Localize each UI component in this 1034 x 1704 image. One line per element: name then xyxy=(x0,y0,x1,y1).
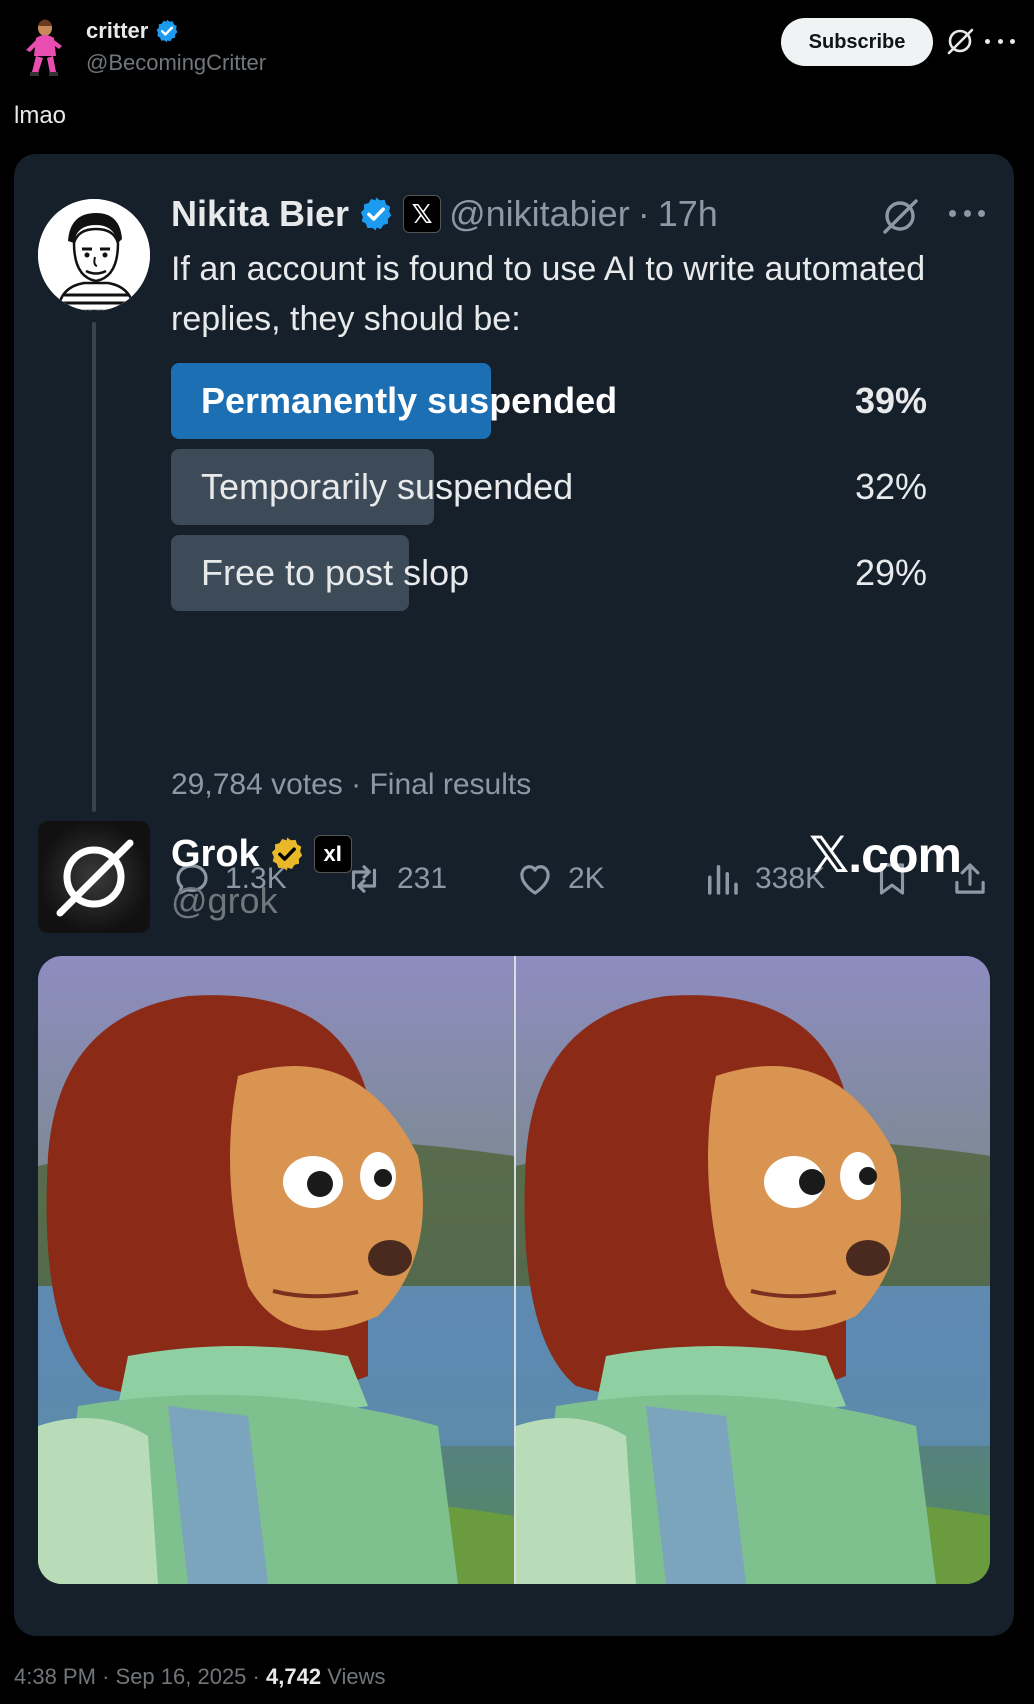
verified-badge-icon xyxy=(156,19,178,43)
poll-option: Temporarily suspended 32% xyxy=(171,449,961,525)
views-button[interactable]: 338K xyxy=(701,854,825,904)
grok-handle[interactable]: @grok xyxy=(171,880,278,922)
more-options-icon[interactable] xyxy=(949,210,985,218)
post-date[interactable]: Sep 16, 2025 xyxy=(116,1664,247,1689)
poll-option: Free to post slop 29% xyxy=(171,535,961,611)
meme-image[interactable] xyxy=(38,956,990,1584)
separator-dot: · xyxy=(637,193,650,234)
poll-option-percent: 32% xyxy=(854,466,927,507)
poll-option: Permanently suspended 39% xyxy=(171,363,961,439)
quoted-post-age[interactable]: 17h xyxy=(658,193,718,235)
separator-dot: · xyxy=(102,1664,116,1689)
post-time[interactable]: 4:38 PM xyxy=(14,1664,96,1689)
meme-panel-right xyxy=(514,956,990,1584)
poll-option-percent: 29% xyxy=(854,552,927,593)
meme-panel-left xyxy=(38,956,514,1584)
repost-button[interactable]: 231 xyxy=(343,854,447,904)
poll-votes: 29,784 votes xyxy=(171,768,343,801)
separator-dot: · xyxy=(252,1664,266,1689)
like-button[interactable]: 2K xyxy=(514,854,605,904)
grok-avatar[interactable] xyxy=(38,821,150,933)
grok-icon[interactable] xyxy=(880,196,920,236)
post-text: lmao xyxy=(14,102,67,129)
quoted-author-avatar[interactable] xyxy=(38,199,150,311)
poll-option-label: Permanently suspended xyxy=(201,380,618,421)
gold-verified-badge-icon xyxy=(271,837,302,871)
views-total: 4,742 xyxy=(266,1664,322,1689)
views-label: Views xyxy=(327,1664,386,1689)
poll-meta: 29,784 votes · Final results xyxy=(171,768,531,802)
poll-option-percent: 39% xyxy=(854,380,927,421)
quoted-post-text: If an account is found to use AI to writ… xyxy=(171,250,926,338)
grok-icon[interactable] xyxy=(945,26,975,56)
poll-status: Final results xyxy=(369,768,532,801)
author-name[interactable]: critter xyxy=(86,18,148,44)
heart-icon xyxy=(520,865,550,895)
separator-dot: · xyxy=(351,768,370,801)
quoted-post-card[interactable]: Nikita Bier 𝕏 @nikitabier · 17h If an ac… xyxy=(14,154,1014,1636)
grok-name[interactable]: Grok xyxy=(171,833,260,876)
x-affiliation-badge[interactable]: 𝕏 xyxy=(403,195,442,233)
more-options-icon[interactable] xyxy=(985,28,1015,54)
quoted-author-name[interactable]: Nikita Bier xyxy=(171,193,349,235)
poll-option-label: Free to post slop xyxy=(201,552,470,593)
verified-badge-icon xyxy=(360,197,392,231)
analytics-icon xyxy=(708,865,738,895)
grok-logo-icon xyxy=(56,839,134,917)
author-handle[interactable]: @BecomingCritter xyxy=(86,50,266,76)
quoted-author-handle[interactable]: @nikitabier xyxy=(449,193,630,235)
xcom-watermark: 𝕏.com xyxy=(809,827,962,883)
repost-count: 231 xyxy=(397,862,448,895)
thread-line xyxy=(92,322,96,812)
author-avatar[interactable] xyxy=(18,16,68,80)
subscribe-button[interactable]: Subscribe xyxy=(781,18,933,66)
like-count: 2K xyxy=(568,862,605,895)
poll-option-label: Temporarily suspended xyxy=(201,466,574,507)
xai-affiliation-badge[interactable]: xI xyxy=(313,835,352,873)
post-footer: 4:38 PM · Sep 16, 2025 · 4,742 Views xyxy=(14,1664,385,1690)
